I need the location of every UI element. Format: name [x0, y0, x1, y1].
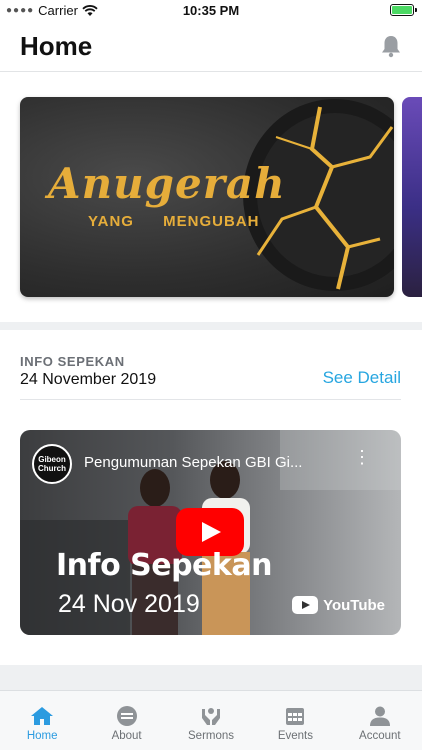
banner-script-title: Anugerah [48, 159, 286, 208]
battery-icon [390, 4, 417, 16]
status-time: 10:35 PM [182, 3, 240, 18]
church-logo-icon [116, 706, 137, 726]
tab-label: Home [26, 730, 58, 742]
nav-header: Home [0, 22, 422, 72]
next-banner-peek[interactable] [402, 97, 422, 297]
tab-label: About [111, 730, 142, 742]
youtube-logo[interactable]: YouTube [292, 596, 385, 614]
video-overlay-date: 24 Nov 2019 [58, 590, 200, 618]
video-overlay-title: Info Sepekan [56, 548, 272, 583]
bottom-tab-bar: Home About Sermons Events Account [0, 690, 422, 750]
info-sepekan-card: INFO SEPEKAN 24 November 2019 See Detail… [0, 330, 422, 665]
divider [20, 399, 401, 400]
hands-icon [202, 708, 221, 725]
see-detail-link[interactable]: See Detail [323, 368, 401, 388]
tab-account[interactable]: Account [338, 691, 422, 750]
person-icon [369, 706, 390, 726]
tab-events[interactable]: Events [253, 691, 337, 750]
sermon-banner[interactable]: Anugerah YANG MENGUBAH [20, 97, 394, 297]
tab-label: Account [359, 730, 401, 742]
page-title: Home [20, 31, 93, 61]
tab-about[interactable]: About [84, 691, 168, 750]
hero-carousel[interactable]: Anugerah YANG MENGUBAH [0, 72, 422, 322]
tab-label: Events [277, 730, 313, 742]
info-date: 24 November 2019 [20, 371, 157, 388]
video-title[interactable]: Pengumuman Sepekan GBI Gi... [84, 454, 354, 471]
tab-label: Sermons [188, 730, 235, 742]
status-bar: ●●●● Carrier 10:35 PM [0, 0, 422, 22]
channel-logo[interactable]: Gibeon Church [32, 444, 72, 484]
info-section-label: INFO SEPEKAN [20, 354, 125, 369]
tab-home[interactable]: Home [0, 691, 84, 750]
home-icon [31, 707, 54, 725]
youtube-wordmark: YouTube [323, 596, 385, 614]
bell-icon[interactable] [380, 34, 402, 58]
more-vertical-icon[interactable]: ⋮ [353, 448, 371, 466]
banner-subtitle: YANG MENGUBAH [88, 213, 260, 230]
video-embed[interactable]: Gibeon Church Pengumuman Sepekan GBI Gi.… [20, 430, 401, 635]
youtube-icon [292, 596, 319, 614]
calendar-icon [286, 708, 305, 725]
tab-sermons[interactable]: Sermons [169, 691, 253, 750]
